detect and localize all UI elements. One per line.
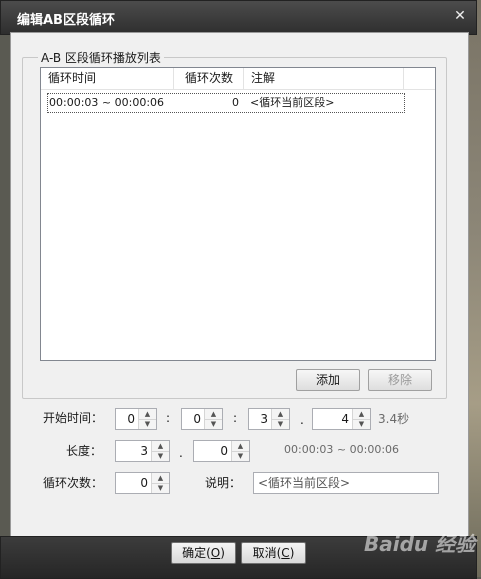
watermark: Baidu 经验 bbox=[364, 532, 476, 556]
ok-label: 确定( bbox=[182, 546, 211, 560]
list-header: 循环时间 循环次数 注解 bbox=[41, 68, 435, 90]
ok-button[interactable]: 确定(O) bbox=[171, 542, 236, 564]
stepper-down-icon[interactable]: ▼ bbox=[152, 451, 169, 461]
loop-count-stepper[interactable]: 0 ▲ ▼ bbox=[115, 472, 170, 494]
remove-button[interactable]: 移除 bbox=[368, 369, 432, 391]
add-button[interactable]: 添加 bbox=[296, 369, 360, 391]
divider bbox=[33, 398, 440, 399]
length-second-value: 3 bbox=[140, 444, 148, 458]
stepper-down-icon[interactable]: ▼ bbox=[152, 483, 169, 493]
row-count: 0 bbox=[232, 96, 239, 109]
start-fraction-value: 4 bbox=[341, 412, 349, 426]
row-time: 00:00:03 ~ 00:00:06 bbox=[49, 96, 165, 109]
column-header-loop-time[interactable]: 循环时间 bbox=[41, 68, 174, 89]
cancel-button[interactable]: 取消(C) bbox=[241, 542, 306, 564]
ok-label-end: ) bbox=[220, 546, 225, 560]
loop-count-value: 0 bbox=[140, 476, 148, 490]
desktop-background bbox=[467, 0, 481, 577]
dot-separator: . bbox=[300, 413, 304, 427]
cancel-accelerator: C bbox=[281, 546, 290, 560]
stepper-down-icon[interactable]: ▼ bbox=[139, 419, 156, 429]
column-header-loop-count[interactable]: 循环次数 bbox=[174, 68, 244, 89]
start-time-label: 开始时间： bbox=[43, 411, 104, 425]
start-second-value: 3 bbox=[260, 412, 268, 426]
start-fraction-stepper[interactable]: 4 ▲ ▼ bbox=[312, 408, 371, 430]
stepper-down-icon[interactable]: ▼ bbox=[353, 419, 370, 429]
colon-separator: : bbox=[166, 411, 171, 425]
close-icon[interactable]: ✕ bbox=[452, 8, 468, 24]
start-second-stepper[interactable]: 3 ▲ ▼ bbox=[248, 408, 290, 430]
start-hour-stepper[interactable]: 0 ▲ ▼ bbox=[115, 408, 157, 430]
note-label: 说明： bbox=[205, 476, 242, 490]
group-title: A-B 区段循环播放列表 bbox=[38, 49, 164, 66]
note-field[interactable]: <循环当前区段> bbox=[253, 472, 439, 494]
colon-separator: : bbox=[233, 411, 238, 425]
stepper-down-icon[interactable]: ▼ bbox=[232, 451, 249, 461]
cancel-label: 取消( bbox=[252, 546, 282, 560]
length-second-stepper[interactable]: 3 ▲ ▼ bbox=[115, 440, 170, 462]
start-minute-value: 0 bbox=[193, 412, 201, 426]
stepper-down-icon[interactable]: ▼ bbox=[205, 419, 222, 429]
seconds-readout: 3.4秒 bbox=[378, 412, 410, 426]
range-readout: 00:00:03 ~ 00:00:06 bbox=[284, 443, 400, 456]
start-minute-stepper[interactable]: 0 ▲ ▼ bbox=[181, 408, 223, 430]
column-header-note[interactable]: 注解 bbox=[244, 68, 404, 89]
table-row[interactable]: 00:00:03 ~ 00:00:06 0 <循环当前区段> bbox=[47, 93, 405, 113]
stepper-down-icon[interactable]: ▼ bbox=[272, 419, 289, 429]
row-note: <循环当前区段> bbox=[250, 96, 335, 109]
start-hour-value: 0 bbox=[127, 412, 135, 426]
length-fraction-stepper[interactable]: 0 ▲ ▼ bbox=[193, 440, 250, 462]
title-bar: 编辑AB区段循环 ✕ bbox=[0, 0, 477, 35]
length-label: 长度： bbox=[66, 444, 103, 458]
loop-list[interactable]: 循环时间 循环次数 注解 00:00:03 ~ 00:00:06 0 <循环当前… bbox=[40, 67, 436, 361]
dialog-title: 编辑AB区段循环 bbox=[17, 13, 115, 28]
cancel-label-end: ) bbox=[289, 546, 295, 560]
ok-accelerator: O bbox=[210, 546, 221, 560]
loop-count-label: 循环次数： bbox=[43, 476, 104, 490]
length-fraction-value: 0 bbox=[220, 444, 228, 458]
dot-separator: . bbox=[179, 446, 183, 460]
